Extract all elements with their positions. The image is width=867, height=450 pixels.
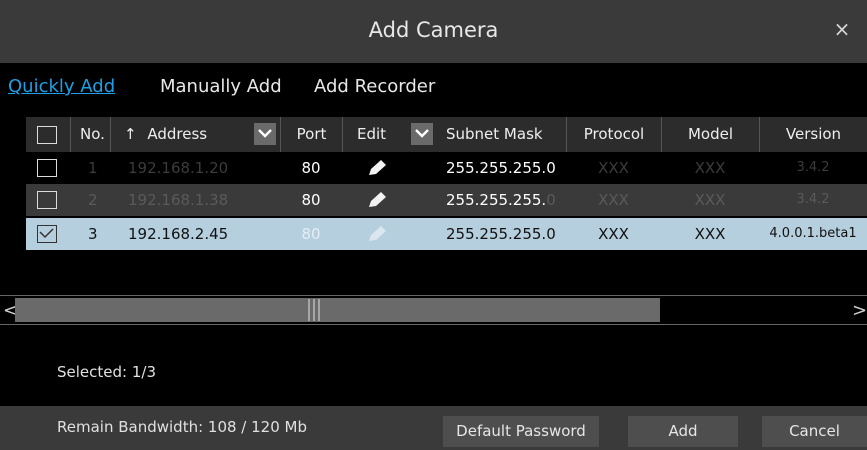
camera-table: No. ↑ Address Port Edit Subnet Mask Prot… bbox=[26, 117, 867, 297]
tab-quickly-add[interactable]: Quickly Add bbox=[8, 76, 115, 97]
row-protocol: XXX bbox=[598, 225, 629, 243]
row-subnet: 255.255.255.0 bbox=[446, 225, 556, 243]
row-subnet-tail: 0 bbox=[546, 191, 556, 209]
header-port[interactable]: Port bbox=[280, 117, 342, 152]
dialog-title: Add Camera bbox=[368, 18, 499, 42]
scrollbar-thumb[interactable] bbox=[15, 298, 660, 322]
row-checkbox[interactable] bbox=[37, 191, 57, 209]
table-header: No. ↑ Address Port Edit Subnet Mask Prot… bbox=[26, 117, 867, 152]
pencil-icon[interactable] bbox=[366, 152, 388, 184]
chevron-down-icon[interactable] bbox=[254, 123, 276, 145]
row-checkbox[interactable] bbox=[37, 159, 57, 177]
title-bar: Add Camera × bbox=[0, 0, 867, 63]
cancel-button[interactable]: Cancel bbox=[762, 416, 867, 447]
row-port: 80 bbox=[301, 225, 321, 243]
sort-ascending-icon: ↑ bbox=[124, 125, 137, 143]
pencil-icon[interactable] bbox=[366, 184, 388, 216]
row-checkbox-checked[interactable] bbox=[37, 225, 57, 243]
row-subnet: 255.255.255.0 bbox=[446, 159, 556, 177]
row-model: XXX bbox=[694, 159, 726, 177]
tab-add-recorder[interactable]: Add Recorder bbox=[314, 76, 435, 97]
selected-count: Selected: 1/3 bbox=[57, 363, 156, 381]
row-version: 4.0.0.1.beta1 bbox=[769, 226, 857, 241]
pencil-icon[interactable] bbox=[366, 218, 388, 250]
footer-bar: Remain Bandwidth: 108 / 120 Mb Default P… bbox=[0, 406, 867, 450]
header-subnet-mask[interactable]: Subnet Mask bbox=[434, 117, 566, 152]
row-protocol: XXX bbox=[598, 191, 629, 209]
header-model[interactable]: Model bbox=[661, 117, 759, 152]
row-model: XXX bbox=[694, 225, 726, 243]
chevron-down-icon[interactable] bbox=[411, 123, 433, 145]
remain-bandwidth: Remain Bandwidth: 108 / 120 Mb bbox=[57, 418, 307, 436]
row-no: 2 bbox=[88, 191, 98, 209]
row-address: 192.168.1.20 bbox=[128, 159, 229, 177]
scroll-right-icon[interactable]: > bbox=[852, 300, 867, 321]
row-subnet: 255.255.255.0 bbox=[446, 184, 556, 216]
header-protocol[interactable]: Protocol bbox=[566, 117, 661, 152]
row-port: 80 bbox=[301, 159, 321, 177]
row-port: 80 bbox=[301, 191, 321, 209]
table-row-selected[interactable]: 3 192.168.2.45 80 255.255.255.0 XXX XXX … bbox=[26, 218, 867, 250]
select-all-checkbox[interactable] bbox=[37, 126, 57, 144]
tab-manually-add[interactable]: Manually Add bbox=[160, 76, 282, 97]
row-version: 3.4.2 bbox=[796, 192, 830, 207]
header-address-label: Address bbox=[147, 125, 208, 143]
checkmark-icon bbox=[39, 228, 54, 239]
horizontal-scrollbar[interactable]: < > bbox=[0, 295, 867, 325]
tab-bar: Quickly Add Manually Add Add Recorder bbox=[0, 63, 867, 115]
row-protocol: XXX bbox=[598, 159, 629, 177]
row-address: 192.168.2.45 bbox=[128, 225, 229, 243]
row-no: 3 bbox=[88, 225, 98, 243]
header-edit[interactable]: Edit bbox=[342, 117, 410, 152]
row-model: XXX bbox=[694, 191, 726, 209]
close-icon[interactable]: × bbox=[829, 16, 855, 42]
default-password-button[interactable]: Default Password bbox=[443, 416, 599, 447]
table-row[interactable]: 2 192.168.1.38 80 255.255.255.0 XXX XXX … bbox=[26, 184, 867, 216]
table-row[interactable]: 1 192.168.1.20 80 255.255.255.0 XXX XXX … bbox=[26, 152, 867, 184]
header-version[interactable]: Version bbox=[759, 117, 867, 152]
header-no[interactable]: No. bbox=[70, 117, 110, 152]
row-address: 192.168.1.38 bbox=[128, 191, 229, 209]
grip-icon bbox=[308, 299, 320, 321]
row-version: 3.4.2 bbox=[796, 160, 830, 175]
row-no: 1 bbox=[88, 159, 98, 177]
row-subnet-main: 255.255.255. bbox=[446, 191, 547, 209]
add-button[interactable]: Add bbox=[628, 416, 738, 447]
